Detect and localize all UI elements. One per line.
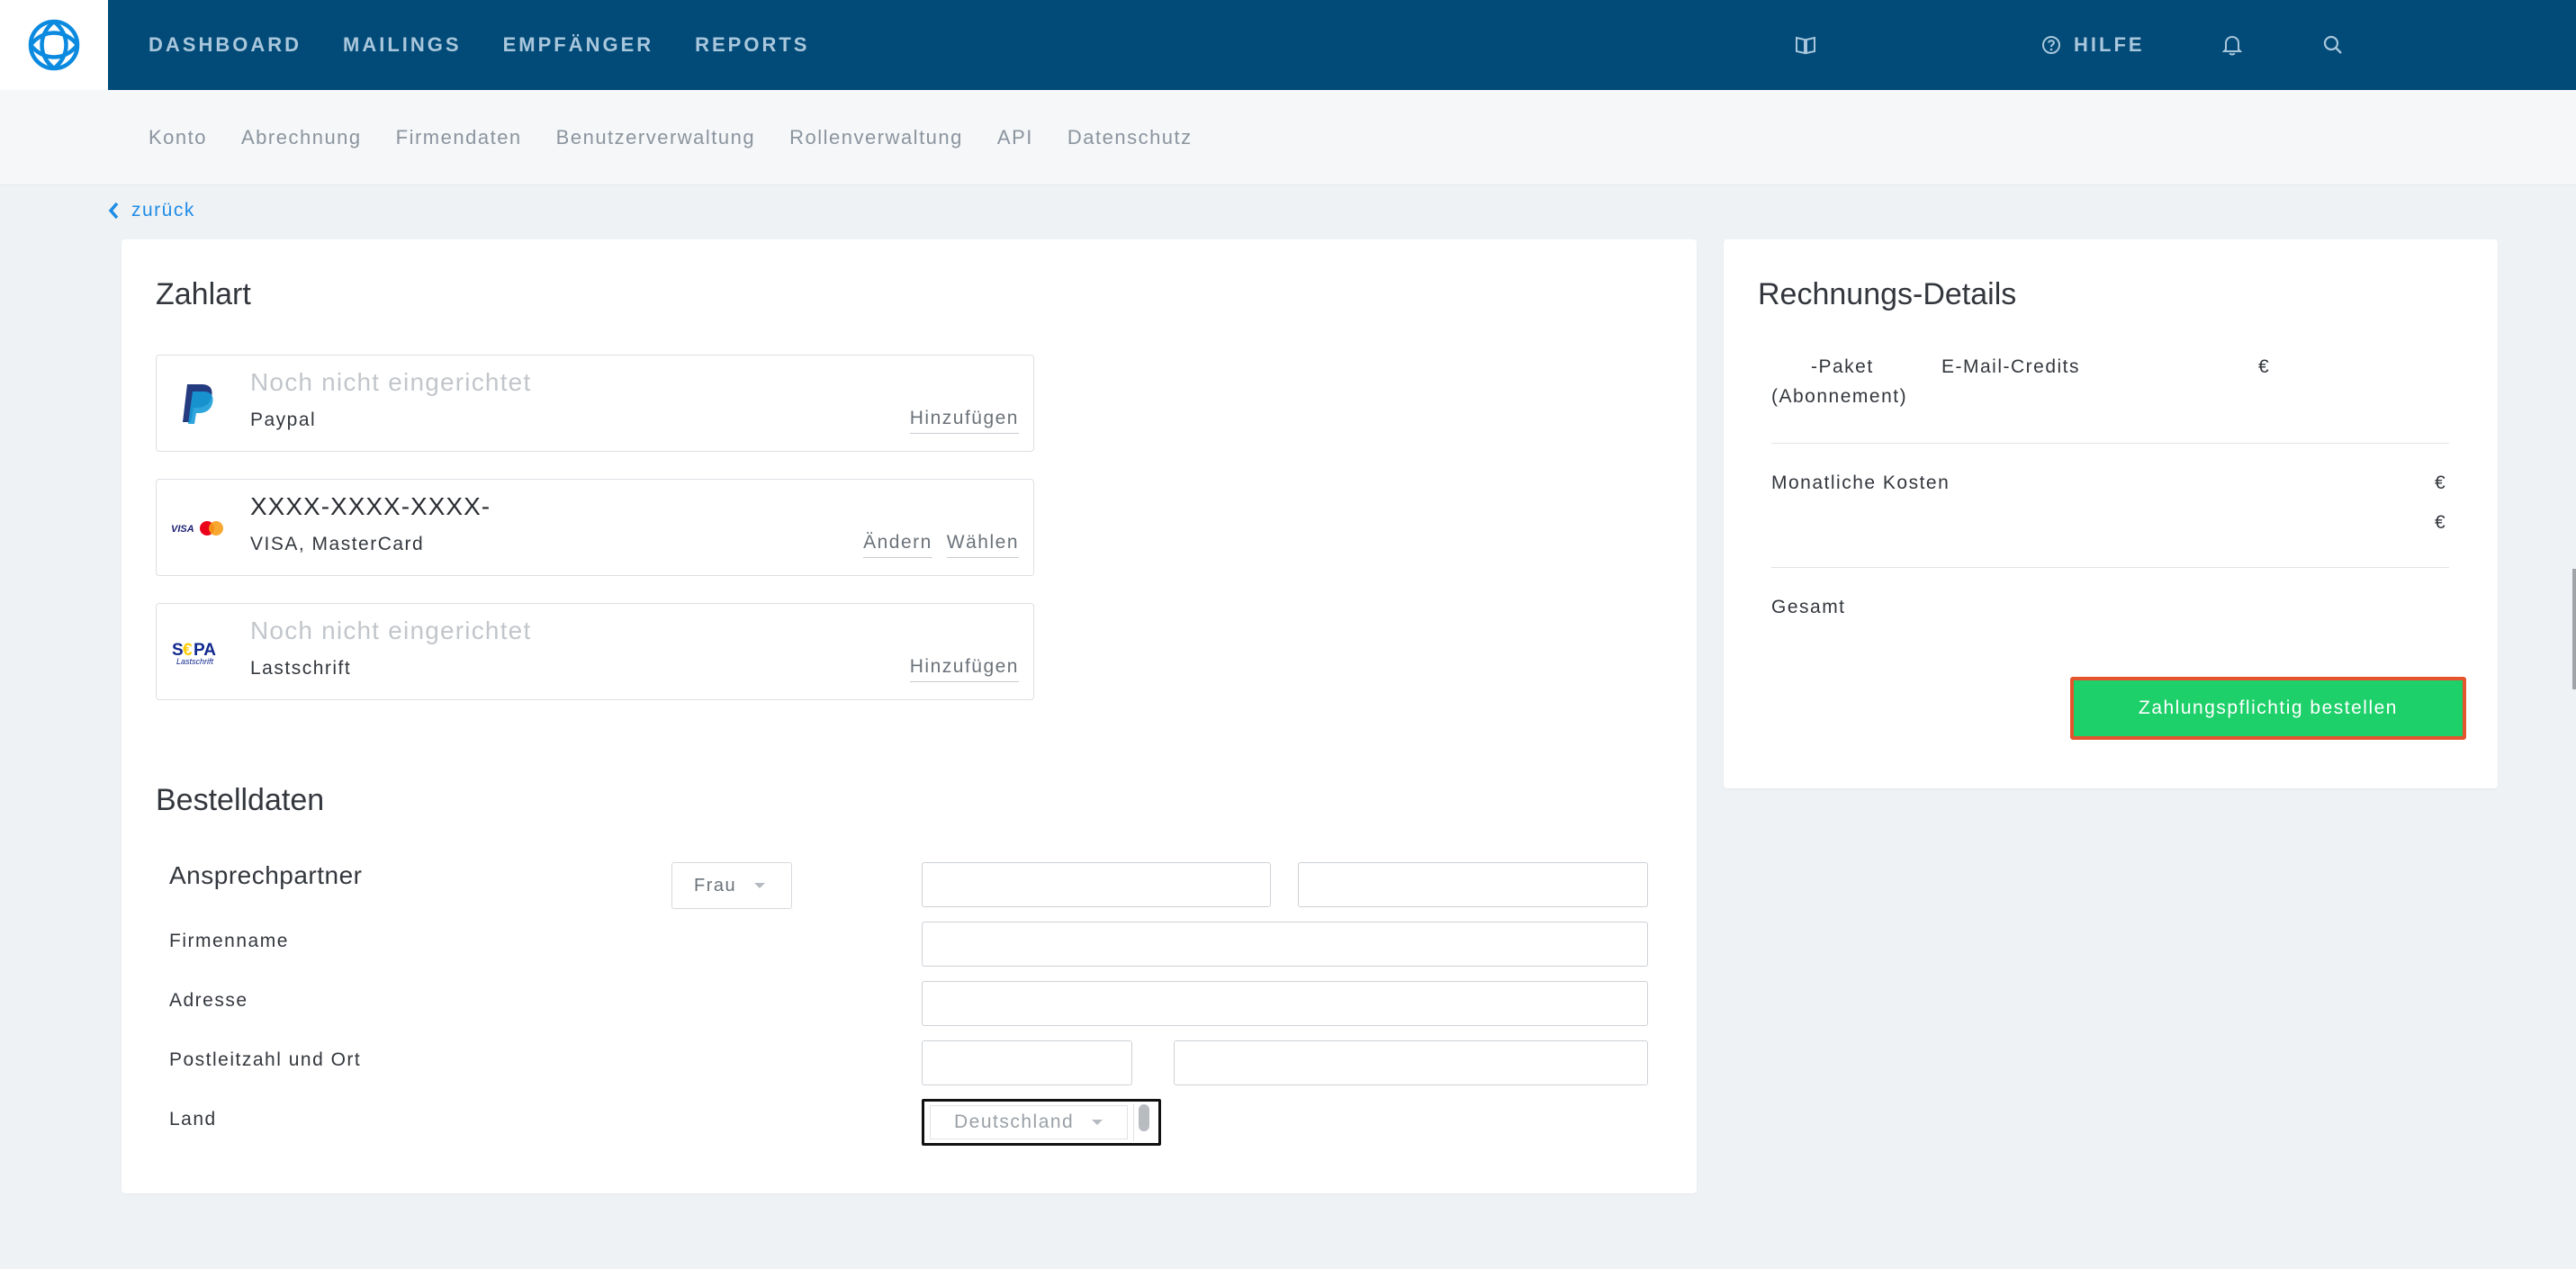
paypal-add-link[interactable]: Hinzufügen xyxy=(909,408,1019,434)
payment-order-card: Zahlart Noch nicht eingerichtet Paypal H… xyxy=(122,239,1697,1193)
chevron-left-icon xyxy=(108,202,119,220)
top-navigation-bar: DASHBOARD MAILINGS EMPFÄNGER REPORTS HIL… xyxy=(0,0,2576,90)
package-subscription: (Abonnement) xyxy=(1771,386,1908,407)
tax-currency: € xyxy=(2435,512,2447,533)
contact-label: Ansprechpartner xyxy=(169,861,363,889)
monthly-currency: € xyxy=(2435,472,2447,493)
paypal-status: Noch nicht eingerichtet xyxy=(250,368,532,396)
country-select[interactable]: Deutschland xyxy=(922,1099,1161,1146)
order-button[interactable]: Zahlungspflichtig bestellen xyxy=(2070,677,2466,740)
city-input[interactable] xyxy=(1174,1040,1648,1085)
bell-icon[interactable] xyxy=(2216,29,2248,61)
invoice-title: Rechnungs-Details xyxy=(1758,277,2017,311)
total-label: Gesamt xyxy=(1771,597,1846,617)
back-label: zurück xyxy=(131,200,195,220)
salutation-select[interactable]: Frau xyxy=(671,862,792,909)
payment-title: Zahlart xyxy=(156,277,251,311)
search-icon[interactable] xyxy=(2317,29,2349,61)
visa-mastercard-logo-icon: VISA xyxy=(169,501,227,555)
payment-method-paypal: Noch nicht eingerichtet Paypal Hinzufüge… xyxy=(156,355,1034,452)
payment-method-creditcard: VISA XXXX-XXXX-XXXX- VISA, MasterCard Än… xyxy=(156,479,1034,576)
payment-method-sepa: S € PA Lastschrift Noch nicht eingericht… xyxy=(156,603,1034,700)
monthly-cost-label: Monatliche Kosten xyxy=(1771,472,1950,493)
package-currency: € xyxy=(2258,356,2271,377)
subnav-datenschutz[interactable]: Datenschutz xyxy=(1067,126,1193,149)
invoice-divider xyxy=(1771,567,2449,568)
invoice-divider xyxy=(1771,443,2449,444)
nav-dashboard[interactable]: DASHBOARD xyxy=(149,33,302,57)
company-input[interactable] xyxy=(922,922,1648,967)
sendinblue-logo[interactable] xyxy=(0,0,108,90)
settings-subnav-bar: Konto Abrechnung Firmendaten Benutzerver… xyxy=(0,90,2576,185)
order-title: Bestelldaten xyxy=(156,783,325,817)
creditcard-name: VISA, MasterCard xyxy=(250,534,425,554)
credits-label: E-Mail-Credits xyxy=(1941,356,2081,377)
zip-input[interactable] xyxy=(922,1040,1132,1085)
help-link[interactable]: HILFE xyxy=(2041,27,2145,63)
back-link[interactable]: zurück xyxy=(108,200,195,221)
settings-subnav: Konto Abrechnung Firmendaten Benutzerver… xyxy=(149,90,1193,185)
subnav-abrechnung[interactable]: Abrechnung xyxy=(241,126,362,149)
book-icon[interactable] xyxy=(1789,29,1822,61)
invoice-details-card: Rechnungs-Details -Paket (Abonnement) E-… xyxy=(1724,239,2498,788)
logo-swirl-icon xyxy=(28,19,80,71)
nav-mailings[interactable]: MAILINGS xyxy=(343,33,462,57)
paypal-logo-icon xyxy=(169,377,227,431)
creditcard-select-link[interactable]: Wählen xyxy=(946,532,1019,558)
sepa-actions: Hinzufügen xyxy=(909,656,1019,682)
svg-text:VISA: VISA xyxy=(171,524,194,535)
address-label: Adresse xyxy=(169,990,248,1011)
help-label: HILFE xyxy=(2074,33,2145,56)
page-scrollbar[interactable] xyxy=(2572,569,2576,689)
country-scrollbar[interactable] xyxy=(1133,1103,1153,1141)
chevron-down-icon xyxy=(754,883,766,888)
creditcard-change-link[interactable]: Ändern xyxy=(863,532,932,558)
nav-reports[interactable]: REPORTS xyxy=(695,33,809,57)
sepa-logo-icon: S € PA Lastschrift xyxy=(169,626,227,680)
first-name-input[interactable] xyxy=(922,862,1271,907)
sepa-status: Noch nicht eingerichtet xyxy=(250,616,532,644)
zip-city-label: Postleitzahl und Ort xyxy=(169,1049,362,1070)
sepa-name: Lastschrift xyxy=(250,658,352,679)
company-label: Firmenname xyxy=(169,931,289,951)
creditcard-number: XXXX-XXXX-XXXX- xyxy=(250,492,491,520)
package-line: -Paket xyxy=(1811,356,1874,377)
creditcard-actions: Ändern Wählen xyxy=(863,532,1019,558)
country-value: Deutschland xyxy=(954,1112,1075,1132)
subnav-konto[interactable]: Konto xyxy=(149,126,207,149)
subnav-firmendaten[interactable]: Firmendaten xyxy=(396,126,522,149)
sepa-add-link[interactable]: Hinzufügen xyxy=(909,656,1019,682)
chevron-down-icon xyxy=(1092,1120,1103,1125)
subnav-benutzerverwaltung[interactable]: Benutzerverwaltung xyxy=(556,126,755,149)
subnav-rollenverwaltung[interactable]: Rollenverwaltung xyxy=(789,126,963,149)
last-name-input[interactable] xyxy=(1298,862,1648,907)
paypal-name: Paypal xyxy=(250,410,317,430)
paypal-actions: Hinzufügen xyxy=(909,408,1019,434)
country-scroll-thumb[interactable] xyxy=(1139,1104,1149,1131)
salutation-value: Frau xyxy=(694,875,737,896)
question-circle-icon xyxy=(2042,36,2060,54)
svg-text:Lastschrift: Lastschrift xyxy=(176,657,214,666)
nav-empfaenger[interactable]: EMPFÄNGER xyxy=(503,33,654,57)
main-nav: DASHBOARD MAILINGS EMPFÄNGER REPORTS xyxy=(149,0,809,90)
country-value-box: Deutschland xyxy=(930,1105,1128,1139)
address-input[interactable] xyxy=(922,981,1648,1026)
country-label: Land xyxy=(169,1109,217,1130)
subnav-api[interactable]: API xyxy=(997,126,1033,149)
